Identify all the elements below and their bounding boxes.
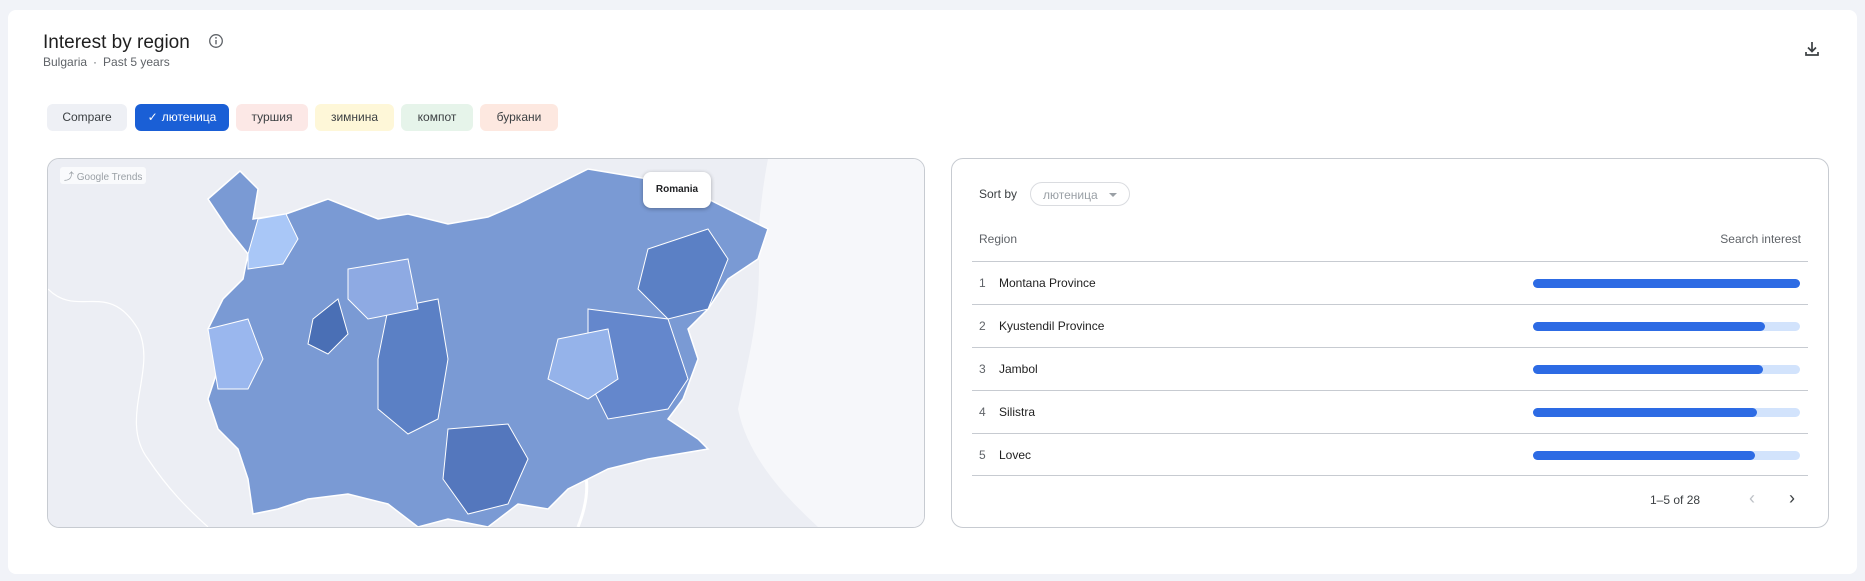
table-row[interactable]: 5 Lovec [972, 433, 1808, 476]
region-map[interactable]: ⤴ Google Trends Romania [47, 158, 925, 528]
chip-kompot[interactable]: компот [401, 104, 473, 131]
row-rank: 3 [979, 362, 986, 376]
interest-bar-track [1533, 279, 1800, 288]
map-canvas [48, 159, 924, 527]
info-icon[interactable] [208, 33, 224, 49]
chip-label: буркани [496, 110, 542, 124]
chip-label: лютеница [161, 110, 217, 124]
interest-bar [1533, 365, 1763, 374]
table-row[interactable]: 3 Jambol [972, 347, 1808, 390]
sort-select-value: лютеница [1043, 188, 1098, 202]
google-trends-watermark: ⤴ Google Trends [60, 167, 147, 184]
row-region-name: Lovec [999, 448, 1032, 462]
chip-turshiya[interactable]: туршия [236, 104, 308, 131]
row-region-name: Silistra [999, 405, 1036, 419]
map-tooltip: Romania [643, 172, 711, 208]
chip-label: компот [417, 110, 457, 124]
row-region-name: Montana Province [999, 276, 1096, 290]
interest-bar [1533, 279, 1800, 288]
chip-label: Compare [62, 110, 112, 124]
row-rank: 5 [979, 448, 986, 462]
table-row[interactable]: 2 Kyustendil Province [972, 304, 1808, 347]
sort-select[interactable]: лютеница [1030, 182, 1130, 206]
row-rank: 1 [979, 276, 986, 290]
chip-compare[interactable]: Compare [47, 104, 127, 131]
sort-by-label: Sort by [979, 187, 1018, 201]
section-title: Interest by region [43, 32, 190, 53]
row-region-name: Kyustendil Province [999, 319, 1105, 333]
table-row[interactable]: 4 Silistra [972, 390, 1808, 433]
region-table: Sort by лютеница Region Search interest … [951, 158, 1829, 528]
chevron-right-icon[interactable]: › [1782, 489, 1802, 509]
pagination-range: 1–5 of 28 [1650, 493, 1701, 507]
interest-bar [1533, 322, 1766, 331]
interest-bar-track [1533, 322, 1800, 331]
watermark-text: Google Trends [76, 172, 143, 183]
row-rank: 4 [979, 405, 986, 419]
interest-bar [1533, 408, 1758, 417]
row-region-name: Jambol [999, 362, 1038, 376]
chip-burkani[interactable]: буркани [480, 104, 558, 131]
row-rank: 2 [979, 319, 986, 333]
download-icon[interactable] [1802, 39, 1822, 59]
interest-bar [1533, 451, 1755, 460]
separator: · [93, 55, 98, 69]
check-icon: ✓ [147, 110, 158, 124]
interest-bar-track [1533, 365, 1800, 374]
subtitle: Bulgaria · Past 5 years [43, 55, 170, 69]
column-header-region[interactable]: Region [979, 232, 1017, 246]
column-header-search-interest[interactable]: Search interest [1720, 232, 1801, 246]
chip-label: туршия [251, 110, 293, 124]
region-rows: 1 Montana Province 2 Kyustendil Province… [972, 261, 1808, 476]
chip-zimnina[interactable]: зимнина [315, 104, 394, 131]
location-label: Bulgaria [43, 55, 88, 69]
table-row[interactable]: 1 Montana Province [972, 261, 1808, 304]
period-label: Past 5 years [103, 55, 170, 69]
caret-down-icon [1109, 193, 1117, 197]
chevron-left-icon[interactable]: ‹ [1742, 489, 1762, 509]
trends-icon: ⤴ [64, 172, 74, 183]
interest-bar-track [1533, 408, 1800, 417]
chip-label: зимнина [330, 110, 379, 124]
interest-bar-track [1533, 451, 1800, 460]
chip-lyutenitsa[interactable]: ✓ лютеница [135, 104, 229, 131]
